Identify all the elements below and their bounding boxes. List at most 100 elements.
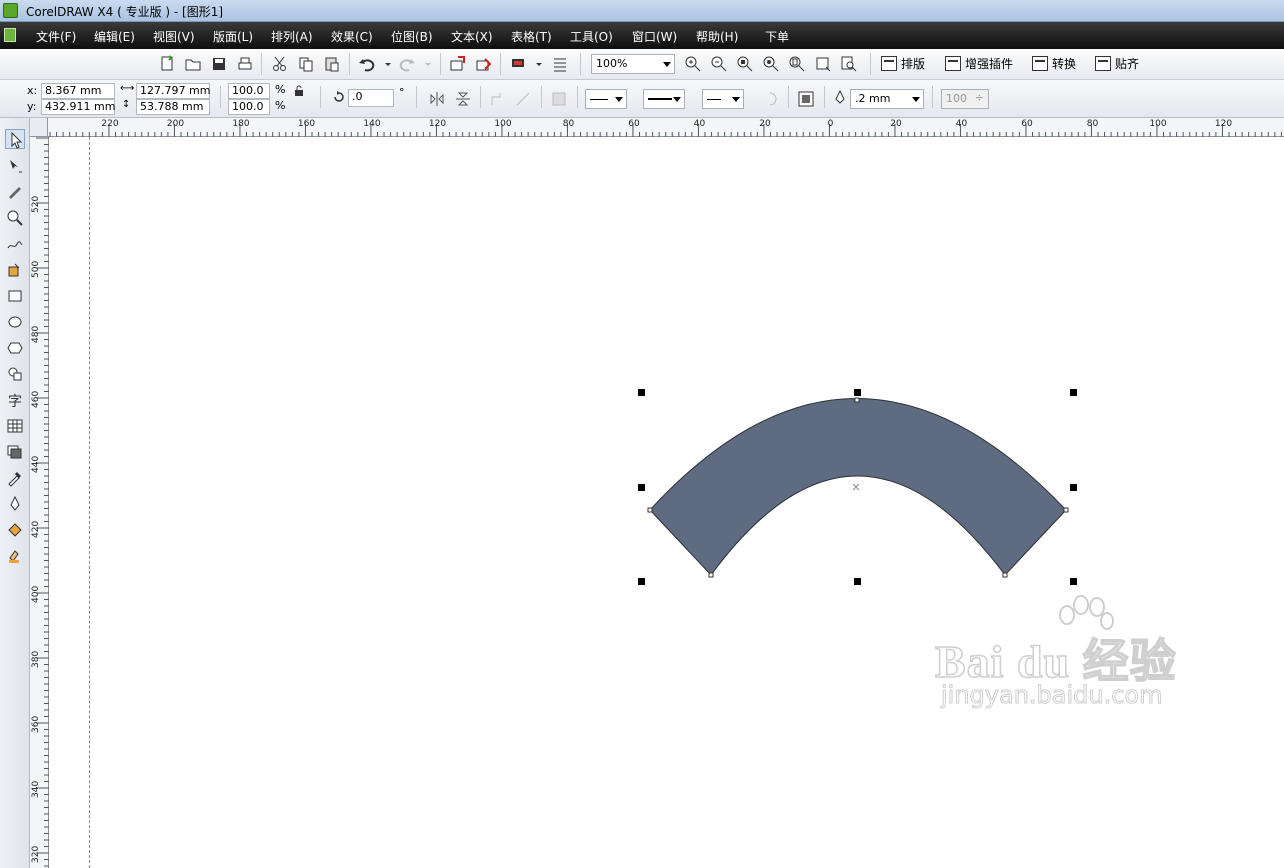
arc-shape-layer [647, 397, 1069, 578]
zoom-page-icon[interactable] [787, 54, 807, 74]
x-position-field[interactable]: 8.367 mm [41, 83, 115, 99]
print-icon[interactable] [235, 54, 255, 74]
drawing-canvas[interactable] [49, 137, 1284, 868]
enhance-plugin-button[interactable]: 增强插件 [943, 53, 1013, 75]
text-tool-icon[interactable]: 字 [5, 390, 25, 410]
zoom-page-width-icon[interactable] [813, 54, 833, 74]
y-position-field[interactable]: 432.911 mm [41, 99, 115, 115]
menu-tools[interactable]: 工具(O) [570, 28, 613, 45]
wrap-paragraph-icon[interactable] [796, 89, 816, 109]
menu-text[interactable]: 文本(X) [451, 28, 493, 45]
width-field[interactable]: 127.797 mm [136, 83, 210, 99]
selection-handle-top-left[interactable] [638, 389, 645, 396]
ellipse-tool-icon[interactable] [5, 312, 25, 332]
zoom-out-icon[interactable] [709, 54, 729, 74]
outline-width-value: .2 mm [855, 92, 891, 105]
undo-dropdown-icon[interactable] [378, 54, 398, 74]
export-icon[interactable] [474, 54, 494, 74]
save-icon[interactable] [209, 54, 229, 74]
selection-handle-top-center[interactable] [854, 389, 861, 396]
menu-edit[interactable]: 编辑(E) [94, 28, 135, 45]
rectangle-tool-icon[interactable] [5, 286, 25, 306]
convert-outline-icon[interactable] [513, 89, 533, 109]
mirror-horizontal-icon[interactable] [427, 89, 447, 109]
wrap-text-icon[interactable] [549, 89, 569, 109]
eyedropper-icon[interactable] [5, 468, 25, 488]
document-icon[interactable] [4, 28, 16, 42]
zoom-selected-icon[interactable] [735, 54, 755, 74]
zoom-tool-icon[interactable] [5, 208, 25, 228]
outline-pen-icon[interactable] [5, 494, 25, 514]
basic-shapes-icon[interactable] [5, 364, 25, 384]
zoom-page-height-icon[interactable] [839, 54, 859, 74]
rotation-angle-field[interactable]: .0 [348, 89, 394, 107]
menu-bitmaps[interactable]: 位图(B) [391, 28, 433, 45]
convert-plugin-button[interactable]: 转换 [1030, 53, 1076, 75]
outline-width-combo[interactable]: .2 mm [850, 89, 924, 109]
pick-tool-icon[interactable] [5, 129, 25, 149]
polygon-tool-icon[interactable] [5, 338, 25, 358]
selection-handle-middle-right[interactable] [1070, 484, 1077, 491]
import-icon[interactable] [448, 54, 468, 74]
copy-icon[interactable] [296, 54, 316, 74]
interactive-blend-icon[interactable] [5, 442, 25, 462]
menu-layout[interactable]: 版面(L) [213, 28, 253, 45]
smart-fill-icon[interactable] [5, 260, 25, 280]
ruler-tick-label: 340 [31, 780, 41, 798]
new-document-icon[interactable] [157, 54, 177, 74]
zoom-in-icon[interactable] [683, 54, 703, 74]
transparency-field[interactable]: 100 ÷ [941, 89, 989, 109]
selection-handle-top-right[interactable] [1070, 389, 1077, 396]
start-arrowhead-selector[interactable] [585, 89, 627, 109]
zoom-level-combo[interactable]: 100% [591, 54, 675, 74]
fill-tool-icon[interactable] [5, 520, 25, 540]
selection-handle-bottom-right[interactable] [1070, 578, 1077, 585]
paste-icon[interactable] [322, 54, 342, 74]
menu-help[interactable]: 帮助(H) [696, 28, 738, 45]
zoom-all-objects-icon[interactable] [761, 54, 781, 74]
selection-handle-bottom-left[interactable] [638, 578, 645, 585]
line-style-selector[interactable] [643, 89, 685, 109]
application-launcher-icon[interactable] [508, 54, 528, 74]
cut-icon[interactable] [270, 54, 290, 74]
undo-icon[interactable] [357, 54, 377, 74]
menu-table[interactable]: 表格(T) [511, 28, 552, 45]
menu-file[interactable]: 文件(F) [36, 28, 76, 45]
open-folder-icon[interactable] [183, 54, 203, 74]
mirror-vertical-icon[interactable] [453, 89, 473, 109]
vertical-ruler[interactable]: 520 500 480 460 440 420 400 380 360 340 320 [30, 137, 49, 868]
scale-y-field[interactable]: 100.0 [228, 99, 270, 115]
lock-ratio-icon[interactable] [292, 84, 306, 98]
ruler-tick-label: 0 [827, 119, 834, 129]
ruler-origin[interactable] [30, 118, 48, 137]
selection-handle-middle-left[interactable] [638, 484, 645, 491]
launcher-dropdown-icon[interactable] [529, 54, 549, 74]
redo-icon[interactable] [397, 54, 417, 74]
close-curve-icon[interactable] [762, 89, 782, 109]
ruler-tick-label: 380 [31, 650, 41, 668]
scale-x-field[interactable]: 100.0 [228, 83, 270, 99]
horizontal-ruler[interactable]: 220 200 180 160 140 120 100 80 60 40 20 0 20 40 60 80 10… [48, 118, 1284, 137]
menu-view[interactable]: 视图(V) [153, 28, 195, 45]
menu-window[interactable]: 窗口(W) [632, 28, 677, 45]
to-curves-icon[interactable] [488, 89, 508, 109]
end-arrowhead-selector[interactable] [702, 89, 744, 109]
height-field[interactable]: 53.788 mm [136, 99, 210, 115]
snap-plugin-button[interactable]: 贴齐 [1093, 53, 1139, 75]
degree-sign: ° [399, 86, 405, 99]
redo-dropdown-icon[interactable] [418, 54, 438, 74]
menu-order[interactable]: 下单 [765, 28, 789, 45]
selection-handle-bottom-center[interactable] [854, 578, 861, 585]
typesetting-plugin-button[interactable]: 排版 [879, 53, 925, 75]
welcome-screen-icon[interactable] [550, 54, 570, 74]
shape-tool-icon[interactable] [5, 156, 25, 176]
title-bar: CorelDRAW X4 ( 专业版 ) - [图形1] [0, 0, 1284, 22]
menu-arrange[interactable]: 排列(A) [271, 28, 313, 45]
table-tool-icon[interactable] [5, 416, 25, 436]
node-handle [647, 507, 653, 513]
freehand-tool-icon[interactable] [5, 234, 25, 254]
smudge-tool-icon[interactable] [5, 182, 25, 202]
menu-effects[interactable]: 效果(C) [331, 28, 373, 45]
interactive-fill-icon[interactable] [5, 546, 25, 566]
ruler-tick-label: 80 [1086, 119, 1099, 129]
